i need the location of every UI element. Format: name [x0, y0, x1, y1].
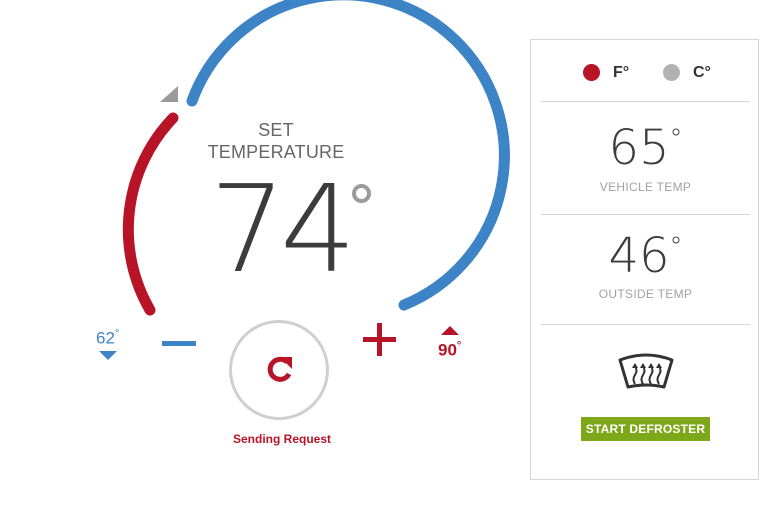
vehicle-temp-degree: ° — [669, 124, 683, 154]
outside-temp-value: 46° — [531, 228, 760, 284]
unit-celsius-label: C° — [693, 64, 711, 81]
minus-icon — [162, 341, 196, 346]
status-text: Sending Request — [232, 432, 331, 446]
vehicle-temp-number: 65 — [608, 120, 670, 176]
dial-arc-heat — [122, 112, 179, 316]
refresh-button[interactable] — [229, 320, 329, 420]
min-temp-degree: ° — [114, 328, 120, 340]
min-temp-value: 62 — [96, 328, 115, 348]
outside-temp-number: 46 — [608, 228, 670, 284]
decrease-temp-button[interactable] — [158, 330, 200, 356]
divider — [541, 324, 750, 325]
outside-temp-label: OUTSIDE TEMP — [598, 287, 693, 301]
unit-fahrenheit-label: F° — [613, 64, 630, 81]
increase-temp-button[interactable] — [360, 320, 400, 360]
set-temperature-label: SET TEMPERATURE — [196, 119, 356, 163]
increase-limit-arrow-icon — [441, 326, 459, 335]
set-label-line2: TEMPERATURE — [207, 142, 345, 162]
start-defroster-button[interactable]: START DEFROSTER — [581, 417, 710, 441]
radio-unselected-icon — [663, 64, 680, 81]
max-temp-label: 90° — [438, 340, 461, 361]
set-temperature-value: 74 — [209, 161, 357, 300]
outside-temp-degree: ° — [669, 232, 683, 262]
unit-toggle: F° C° — [531, 40, 760, 102]
vehicle-temp-label: VEHICLE TEMP — [599, 180, 692, 194]
min-temp-label: 62° — [96, 328, 119, 349]
max-temp-degree: ° — [456, 340, 462, 352]
triangle-pointer-icon[interactable] — [160, 86, 178, 102]
climate-info-panel: F° C° 65° VEHICLE TEMP 46° OUTSIDE TEMP … — [530, 39, 759, 480]
degree-ring-icon — [352, 184, 371, 203]
refresh-icon — [267, 356, 292, 382]
windshield-defrost-icon — [618, 353, 674, 389]
vehicle-temp-value: 65° — [531, 120, 760, 176]
decrease-limit-arrow-icon — [99, 351, 117, 360]
max-temp-value: 90 — [438, 340, 457, 360]
plus-icon-vertical — [377, 323, 382, 356]
radio-selected-icon — [583, 64, 600, 81]
divider — [541, 214, 750, 215]
set-label-line1: SET — [258, 120, 294, 140]
divider — [541, 101, 750, 102]
